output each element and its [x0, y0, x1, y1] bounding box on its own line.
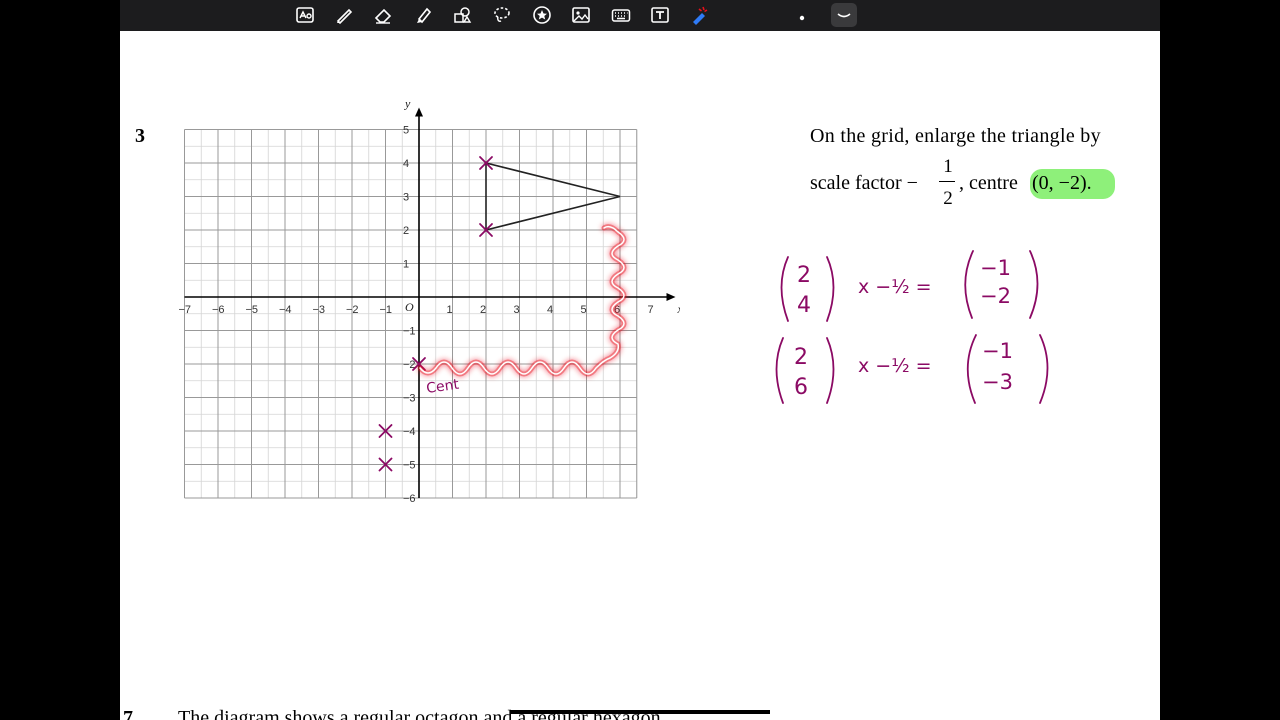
handwritten-working [775, 250, 1049, 404]
x-tick-label: −1 [380, 304, 393, 316]
row1-result-bottom: −2 [980, 284, 1011, 308]
y-axis-arrow [415, 107, 423, 117]
x-axis-arrow [666, 293, 676, 301]
question-line-1: On the grid, enlarge the triangle by [810, 125, 1101, 147]
x-tick-label: 7 [648, 304, 654, 316]
centre-value: (0, −2). [1032, 172, 1092, 194]
y-tick-label: −3 [403, 393, 416, 405]
shapes-icon[interactable] [449, 3, 475, 27]
x-tick-label: 1 [447, 304, 453, 316]
text-box-icon[interactable] [647, 3, 673, 27]
y-tick-label: −6 [403, 493, 416, 505]
y-tick-label: 5 [403, 125, 409, 137]
x-tick-label: −6 [212, 304, 225, 316]
highlighter-icon[interactable] [410, 3, 436, 27]
x-tick-label: −4 [279, 304, 292, 316]
y-tick-label: 1 [403, 259, 409, 271]
row1-vector-bottom: 4 [797, 293, 811, 318]
laser-pointer-icon[interactable] [686, 3, 712, 27]
y-tick-label: 4 [403, 158, 409, 170]
row2-result-top: −1 [982, 339, 1013, 363]
next-question-text: The diagram shows a regular octagon and … [178, 707, 666, 720]
document-page: 3 −7 −6 −5 −4 −3 −2 −1 1 2 3 4 5 6 7 5 4 3 2 1 −1 −2 −3 −4 −5 −6… [120, 31, 1160, 720]
x-tick-label: 4 [547, 304, 553, 316]
image-icon[interactable] [568, 3, 594, 27]
pen-icon[interactable] [331, 3, 357, 27]
centre-label: , centre [959, 172, 1018, 194]
y-axis-label: y [404, 97, 411, 111]
row1-result-top: −1 [980, 256, 1011, 280]
eraser-icon[interactable] [370, 3, 396, 27]
x-tick-label: 6 [614, 304, 620, 316]
x-tick-label: −5 [246, 304, 259, 316]
row2-operation: x −½ = [858, 355, 932, 377]
row2-vector-top: 2 [794, 345, 808, 370]
fraction-numerator: 1 [943, 156, 953, 177]
row2-result-bottom: −3 [982, 370, 1013, 394]
y-tick-label: 2 [403, 225, 409, 237]
toolbar [120, 0, 1160, 31]
dot-color-icon[interactable] [789, 3, 815, 27]
text-recognition-icon[interactable] [292, 3, 318, 27]
x-tick-label: 5 [581, 304, 587, 316]
fraction-bar [939, 181, 955, 183]
next-question-number: 7 [123, 707, 133, 720]
y-tick-label: −5 [403, 460, 416, 472]
row1-operation: x −½ = [858, 276, 932, 298]
row1-vector-top: 2 [797, 263, 811, 288]
x-tick-label: −2 [346, 304, 359, 316]
sticker-icon[interactable] [529, 3, 555, 27]
y-tick-label: −1 [403, 326, 416, 338]
x-tick-label: −3 [313, 304, 326, 316]
lasso-icon[interactable] [489, 3, 515, 27]
x-tick-label: 2 [480, 304, 486, 316]
fraction-denominator: 2 [943, 188, 953, 209]
x-axis-label: x [677, 302, 681, 316]
y-tick-label: 3 [403, 192, 409, 204]
y-tick-label: −4 [403, 426, 416, 438]
coordinate-grid: −7−6−5−4−3−2−1123456754321−1−2−3−4−5−6Ox… [179, 97, 681, 506]
row2-vector-bottom: 6 [794, 375, 808, 400]
x-tick-label: −7 [179, 304, 192, 316]
origin-label: O [405, 300, 414, 314]
keyboard-icon[interactable] [608, 3, 634, 27]
stroke-width-icon[interactable] [831, 3, 857, 27]
scale-factor-prefix: scale factor − [810, 172, 918, 194]
x-tick-label: 3 [514, 304, 520, 316]
